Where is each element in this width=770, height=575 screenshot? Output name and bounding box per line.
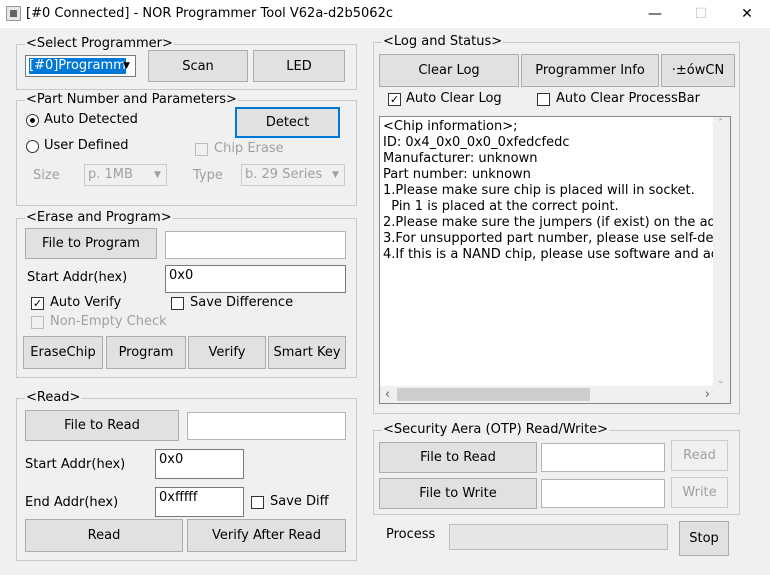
- auto-verify-checkbox[interactable]: ✓: [31, 297, 44, 310]
- otp-write-button[interactable]: Write: [671, 477, 728, 508]
- auto-detected-radio[interactable]: [26, 114, 39, 127]
- user-defined-label: User Defined: [44, 138, 129, 153]
- log-status-legend: <Log and Status>: [382, 34, 504, 50]
- program-button[interactable]: Program: [106, 336, 186, 369]
- log-horizontal-thumb[interactable]: [397, 388, 590, 401]
- otp-read-file-input[interactable]: [541, 443, 665, 472]
- programmer-select-value: [#0]Programm: [29, 58, 126, 74]
- verify-after-read-button[interactable]: Verify After Read: [187, 519, 346, 552]
- scrollbar-corner: [713, 386, 730, 403]
- auto-detected-label: Auto Detected: [44, 112, 138, 127]
- type-select[interactable]: b. 29 Series ▼: [241, 164, 345, 186]
- read-end-addr-label: End Addr(hex): [25, 495, 119, 510]
- log-line: Part number: unknown: [383, 167, 531, 182]
- chevron-down-icon: ▼: [332, 170, 339, 180]
- part-number-legend: <Part Number and Parameters>: [25, 92, 238, 108]
- language-button[interactable]: ·±ówCN: [661, 54, 735, 87]
- process-progress-bar: [449, 524, 668, 550]
- scroll-down-icon[interactable]: ⌄: [717, 376, 725, 386]
- log-line: 1.Please make sure chip is placed will i…: [383, 183, 695, 198]
- size-label: Size: [33, 168, 60, 183]
- smart-key-button[interactable]: Smart Key: [268, 336, 346, 369]
- led-button[interactable]: LED: [253, 50, 345, 82]
- maximize-button[interactable]: ☐: [678, 0, 724, 28]
- read-start-addr-label: Start Addr(hex): [25, 457, 126, 472]
- app-icon: [6, 6, 21, 21]
- auto-clear-log-checkbox[interactable]: ✓: [388, 93, 401, 106]
- chip-erase-checkbox[interactable]: [195, 143, 208, 156]
- process-label: Process: [386, 527, 436, 542]
- file-to-program-button[interactable]: File to Program: [25, 228, 157, 259]
- read-start-addr-input[interactable]: 0x0: [155, 449, 244, 479]
- clear-log-button[interactable]: Clear Log: [379, 54, 519, 87]
- otp-legend: <Security Aera (OTP) Read/Write>: [382, 422, 610, 438]
- non-empty-check-checkbox[interactable]: [31, 316, 44, 329]
- log-vertical-scrollbar[interactable]: ⌃ ⌄: [713, 117, 730, 388]
- log-line: 2.Please make sure the jumpers (if exist…: [383, 215, 716, 230]
- log-line: ID: 0x4_0x0_0x0_0xfedcfedc: [383, 135, 570, 150]
- scroll-up-icon[interactable]: ⌃: [717, 118, 725, 128]
- erase-program-legend: <Erase and Program>: [25, 210, 173, 226]
- save-difference-checkbox[interactable]: [171, 297, 184, 310]
- read-legend: <Read>: [25, 390, 82, 406]
- scan-button[interactable]: Scan: [148, 50, 248, 82]
- log-line: 3.For unsupported part number, please us…: [383, 231, 719, 246]
- minimize-button[interactable]: —: [632, 0, 678, 28]
- auto-clear-log-label: Auto Clear Log: [406, 91, 502, 106]
- title-bar: [#0 Connected] - NOR Programmer Tool V62…: [0, 0, 770, 28]
- save-diff-label: Save Diff: [270, 494, 329, 509]
- log-line: Pin 1 is placed at the correct point.: [383, 199, 619, 214]
- log-textarea[interactable]: <Chip information>; ID: 0x4_0x0_0x0_0xfe…: [379, 116, 731, 404]
- close-button[interactable]: ✕: [724, 0, 770, 28]
- erase-chip-button[interactable]: EraseChip: [23, 336, 103, 369]
- start-addr-label: Start Addr(hex): [27, 270, 128, 285]
- programmer-info-button[interactable]: Programmer Info: [521, 54, 659, 87]
- log-horizontal-scrollbar[interactable]: ‹ ›: [380, 386, 715, 403]
- program-file-input[interactable]: [165, 231, 346, 259]
- scroll-left-icon[interactable]: ‹: [385, 387, 390, 402]
- type-select-value: b. 29 Series: [245, 167, 323, 182]
- chip-erase-label: Chip Erase: [214, 141, 284, 156]
- programmer-select[interactable]: [#0]Programm ▼: [25, 55, 136, 77]
- otp-read-button[interactable]: Read: [671, 440, 728, 471]
- user-defined-radio[interactable]: [26, 140, 39, 153]
- window-title: [#0 Connected] - NOR Programmer Tool V62…: [26, 6, 393, 21]
- stop-button[interactable]: Stop: [679, 521, 729, 556]
- chevron-down-icon: ▼: [154, 170, 161, 180]
- otp-file-to-write-button[interactable]: File to Write: [379, 478, 537, 509]
- otp-file-to-read-button[interactable]: File to Read: [379, 442, 537, 473]
- size-select[interactable]: p. 1MB ▼: [84, 164, 167, 186]
- log-line: Manufacturer: unknown: [383, 151, 538, 166]
- read-button[interactable]: Read: [25, 519, 183, 552]
- chevron-down-icon: ▼: [123, 61, 130, 71]
- detect-button[interactable]: Detect: [235, 107, 340, 138]
- scroll-right-icon[interactable]: ›: [705, 387, 710, 402]
- non-empty-check-label: Non-Empty Check: [50, 314, 167, 329]
- save-difference-label: Save Difference: [190, 295, 294, 310]
- auto-clear-processbar-checkbox[interactable]: [537, 93, 550, 106]
- file-to-read-button[interactable]: File to Read: [25, 410, 179, 441]
- otp-write-file-input[interactable]: [541, 479, 665, 508]
- size-select-value: p. 1MB: [88, 167, 133, 182]
- program-start-addr-input[interactable]: 0x0: [165, 265, 346, 293]
- log-line: 4.If this is a NAND chip, please use sof…: [383, 247, 718, 262]
- read-end-addr-input[interactable]: 0xfffff: [155, 487, 244, 517]
- verify-button[interactable]: Verify: [188, 336, 266, 369]
- type-label: Type: [193, 168, 223, 183]
- auto-clear-processbar-label: Auto Clear ProcessBar: [556, 91, 700, 106]
- save-diff-checkbox[interactable]: [251, 496, 264, 509]
- read-file-input[interactable]: [187, 412, 346, 440]
- log-line: <Chip information>;: [383, 119, 518, 134]
- auto-verify-label: Auto Verify: [50, 295, 122, 310]
